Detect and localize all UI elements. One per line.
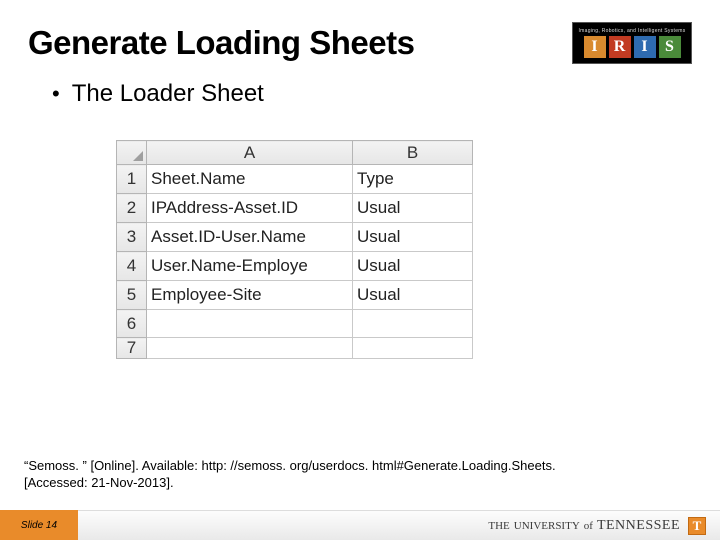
iris-letter-i2: I — [634, 36, 656, 58]
table-row: 7 — [117, 338, 473, 359]
header-row: A B — [117, 141, 473, 165]
slide: Generate Loading Sheets Imaging, Robotic… — [0, 0, 720, 540]
row-header: 3 — [117, 223, 147, 252]
iris-letter-r: R — [609, 36, 631, 58]
ut-of: of — [584, 520, 593, 532]
cell — [147, 338, 353, 359]
table-row: 1 Sheet.Name Type — [117, 165, 473, 194]
citation: “Semoss. ” [Online]. Available: http: //… — [24, 457, 696, 492]
cell — [147, 310, 353, 338]
table-row: 6 — [117, 310, 473, 338]
title-bar: Generate Loading Sheets Imaging, Robotic… — [0, 0, 720, 70]
column-header-a: A — [147, 141, 353, 165]
iris-logo-caption: Imaging, Robotics, and Intelligent Syste… — [578, 28, 685, 34]
table-row: 2 IPAddress-Asset.ID Usual — [117, 194, 473, 223]
table-row: 3 Asset.ID-User.Name Usual — [117, 223, 473, 252]
citation-line-2: [Accessed: 21-Nov-2013]. — [24, 474, 696, 492]
cell — [353, 338, 473, 359]
cell — [353, 310, 473, 338]
table-row: 4 User.Name-Employe Usual — [117, 252, 473, 281]
spreadsheet-table: A B 1 Sheet.Name Type 2 IPAddress-Asset.… — [116, 140, 473, 359]
select-all-corner — [117, 141, 147, 165]
citation-line-1: “Semoss. ” [Online]. Available: http: //… — [24, 457, 696, 475]
footer-bar: Slide 14 THE UNIVERSITY of TENNESSEE T — [0, 510, 720, 540]
row-header: 5 — [117, 281, 147, 310]
cell: IPAddress-Asset.ID — [147, 194, 353, 223]
cell: Asset.ID-User.Name — [147, 223, 353, 252]
spreadsheet-image: A B 1 Sheet.Name Type 2 IPAddress-Asset.… — [116, 140, 486, 359]
slide-title: Generate Loading Sheets — [28, 24, 414, 62]
iris-logo: Imaging, Robotics, and Intelligent Syste… — [572, 22, 692, 64]
cell: User.Name-Employe — [147, 252, 353, 281]
table-row: 5 Employee-Site Usual — [117, 281, 473, 310]
cell: Usual — [353, 281, 473, 310]
bullet-item: • The Loader Sheet — [52, 80, 668, 108]
bullet-area: • The Loader Sheet — [0, 70, 720, 108]
iris-letter-s: S — [659, 36, 681, 58]
ut-tennessee: TENNESSEE — [597, 518, 680, 534]
cell: Sheet.Name — [147, 165, 353, 194]
cell: Employee-Site — [147, 281, 353, 310]
ut-t-icon: T — [688, 517, 706, 535]
cell: Type — [353, 165, 473, 194]
iris-logo-letters: I R I S — [584, 36, 681, 58]
cell: Usual — [353, 223, 473, 252]
bullet-dot-icon: • — [52, 83, 60, 105]
ut-the: THE — [488, 520, 509, 532]
iris-letter-i: I — [584, 36, 606, 58]
row-header: 6 — [117, 310, 147, 338]
column-header-b: B — [353, 141, 473, 165]
ut-university: UNIVERSITY — [514, 520, 580, 532]
cell: Usual — [353, 194, 473, 223]
slide-number: Slide 14 — [0, 510, 78, 540]
university-wordmark: THE UNIVERSITY of TENNESSEE — [488, 518, 680, 534]
row-header: 2 — [117, 194, 147, 223]
row-header: 1 — [117, 165, 147, 194]
bullet-text: The Loader Sheet — [72, 80, 264, 108]
footer-right: THE UNIVERSITY of TENNESSEE T — [78, 510, 720, 540]
row-header: 4 — [117, 252, 147, 281]
cell: Usual — [353, 252, 473, 281]
row-header: 7 — [117, 338, 147, 359]
